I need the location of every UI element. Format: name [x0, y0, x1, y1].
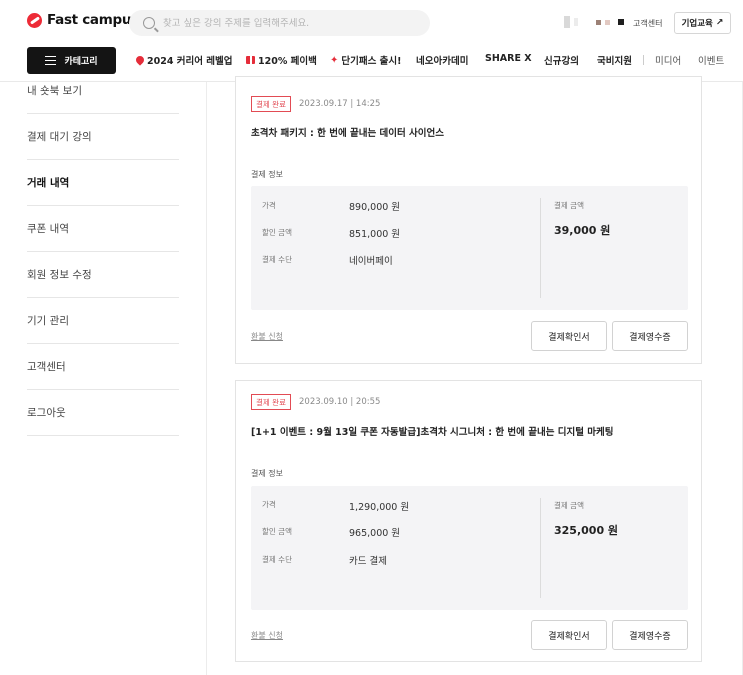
payment-info-box: 가격 890,000 원 할인 금액 851,000 원 결제 수단 네이버페이… [251, 186, 688, 310]
category-button[interactable]: 카테고리 [27, 47, 116, 74]
nav-item-new-courses[interactable]: 신규강의 [544, 53, 579, 67]
nav-label: 120% 페이백 [258, 56, 317, 67]
logo[interactable]: Fast campus [27, 12, 139, 28]
course-title[interactable]: [1+1 이벤트 : 9월 13일 쿠폰 자동발급]초격차 시그니처 : 한 번… [251, 424, 614, 438]
price-value: 1,290,000 원 [349, 502, 410, 513]
refund-request-link[interactable]: 환불 신청 [251, 331, 283, 342]
customer-center-link[interactable]: 고객센터 [633, 18, 662, 29]
search-icon [143, 17, 155, 29]
logo-mark-icon [27, 12, 42, 28]
payment-method-value: 카드 결제 [349, 556, 387, 567]
price-label: 가격 [262, 500, 276, 509]
paid-amount-value: 325,000 원 [554, 524, 619, 537]
payment-confirmation-button[interactable]: 결제확인서 [531, 620, 607, 650]
info-divider [540, 198, 541, 298]
header: Fast campus 고객센터 기업교육 ↗ 카테고리 2024 커리어 레벨… [0, 0, 743, 82]
nav-item-career-levelup[interactable]: 2024 커리어 레벨업 [134, 53, 233, 67]
course-title[interactable]: 초격차 패키지 : 한 번에 끝내는 데이터 사이언스 [251, 125, 444, 139]
sidebar: 내 숏북 보기 결제 대기 강의 거래 내역 쿠폰 내역 회원 정보 수정 기기… [27, 82, 179, 436]
sidebar-item-label: 기기 관리 [27, 315, 69, 327]
payment-method-label: 결제 수단 [262, 255, 292, 264]
sidebar-item-pending-payment[interactable]: 결제 대기 강의 [27, 114, 179, 160]
payment-receipt-button[interactable]: 결제영수증 [612, 321, 688, 351]
nav-item-payback[interactable]: 120% 페이백 [246, 53, 317, 67]
search-input[interactable] [163, 17, 413, 29]
logo-text: Fast campus [47, 12, 139, 28]
order-date: 2023.09.10 | 20:55 [299, 397, 381, 407]
nav-item-neo-academy[interactable]: 네오아카데미 [416, 53, 468, 67]
sidebar-item-label: 고객센터 [27, 361, 66, 373]
discount-label: 할인 금액 [262, 527, 292, 536]
nav-label: 단기패스 출시! [341, 56, 402, 67]
payment-info-box: 가격 1,290,000 원 할인 금액 965,000 원 결제 수단 카드 … [251, 486, 688, 610]
sidebar-item-logout[interactable]: 로그아웃 [27, 390, 179, 436]
refund-request-link[interactable]: 환불 신청 [251, 630, 283, 641]
sparkle-icon: ✦ [330, 54, 339, 66]
corporate-education-label: 기업교육 [681, 19, 713, 29]
paid-amount-label: 결제 금액 [554, 501, 584, 510]
status-badge: 결제 완료 [251, 394, 291, 410]
paid-amount-label: 결제 금액 [554, 201, 584, 210]
nav-label: SHARE X [485, 53, 532, 64]
nav-label: 이벤트 [698, 56, 725, 67]
price-label: 가격 [262, 201, 276, 210]
nav-label: 네오아카데미 [416, 56, 469, 67]
nav-item-share-x[interactable]: SHARE X [485, 53, 532, 64]
discount-value: 851,000 원 [349, 229, 401, 240]
payment-info-label: 결제 정보 [251, 469, 283, 478]
sidebar-item-coupons[interactable]: 쿠폰 내역 [27, 206, 179, 252]
nav-item-national-support[interactable]: 국비지원 [597, 53, 632, 67]
paid-amount-value: 39,000 원 [554, 224, 611, 237]
sidebar-item-label: 회원 정보 수정 [27, 269, 92, 281]
sidebar-item-transactions[interactable]: 거래 내역 [27, 160, 179, 206]
status-badge: 결제 완료 [251, 96, 291, 112]
nav-item-event[interactable]: 이벤트 [698, 53, 724, 67]
corporate-education-button[interactable]: 기업교육 ↗ [674, 12, 731, 34]
profile-blur [564, 16, 624, 28]
info-divider [540, 498, 541, 598]
sidebar-item-label: 결제 대기 강의 [27, 131, 92, 143]
payment-confirmation-button[interactable]: 결제확인서 [531, 321, 607, 351]
order-date: 2023.09.17 | 14:25 [299, 99, 381, 109]
nav-label: 미디어 [655, 56, 682, 67]
hamburger-icon [45, 56, 57, 65]
payment-receipt-button[interactable]: 결제영수증 [612, 620, 688, 650]
nav-divider [643, 55, 644, 65]
nav-label: 국비지원 [597, 56, 632, 67]
discount-value: 965,000 원 [349, 528, 401, 539]
payment-method-label: 결제 수단 [262, 555, 292, 564]
sidebar-item-my-shortbook[interactable]: 내 숏북 보기 [27, 82, 179, 114]
category-label: 카테고리 [64, 57, 98, 67]
discount-label: 할인 금액 [262, 228, 292, 237]
payment-method-value: 네이버페이 [349, 256, 393, 267]
sidebar-item-label: 내 숏북 보기 [27, 85, 82, 97]
pin-icon [134, 54, 146, 66]
gift-icon [246, 56, 255, 64]
nav-item-media[interactable]: 미디어 [655, 53, 681, 67]
search-bar[interactable] [129, 10, 430, 36]
nav-item-short-pass[interactable]: ✦ 단기패스 출시! [330, 53, 402, 68]
price-value: 890,000 원 [349, 202, 401, 213]
nav-label: 2024 커리어 레벨업 [147, 56, 233, 67]
sidebar-item-label: 로그아웃 [27, 407, 66, 419]
sidebar-item-label: 거래 내역 [27, 177, 70, 189]
payment-info-label: 결제 정보 [251, 170, 283, 179]
sidebar-item-devices[interactable]: 기기 관리 [27, 298, 179, 344]
nav-label: 신규강의 [544, 56, 579, 67]
order-card: 결제 완료 2023.09.10 | 20:55 [1+1 이벤트 : 9월 1… [235, 380, 702, 662]
order-card: 결제 완료 2023.09.17 | 14:25 초격차 패키지 : 한 번에 … [235, 76, 702, 364]
external-link-icon: ↗ [715, 18, 724, 28]
sidebar-item-label: 쿠폰 내역 [27, 223, 69, 235]
sidebar-item-customer-center[interactable]: 고객센터 [27, 344, 179, 390]
sidebar-item-edit-profile[interactable]: 회원 정보 수정 [27, 252, 179, 298]
